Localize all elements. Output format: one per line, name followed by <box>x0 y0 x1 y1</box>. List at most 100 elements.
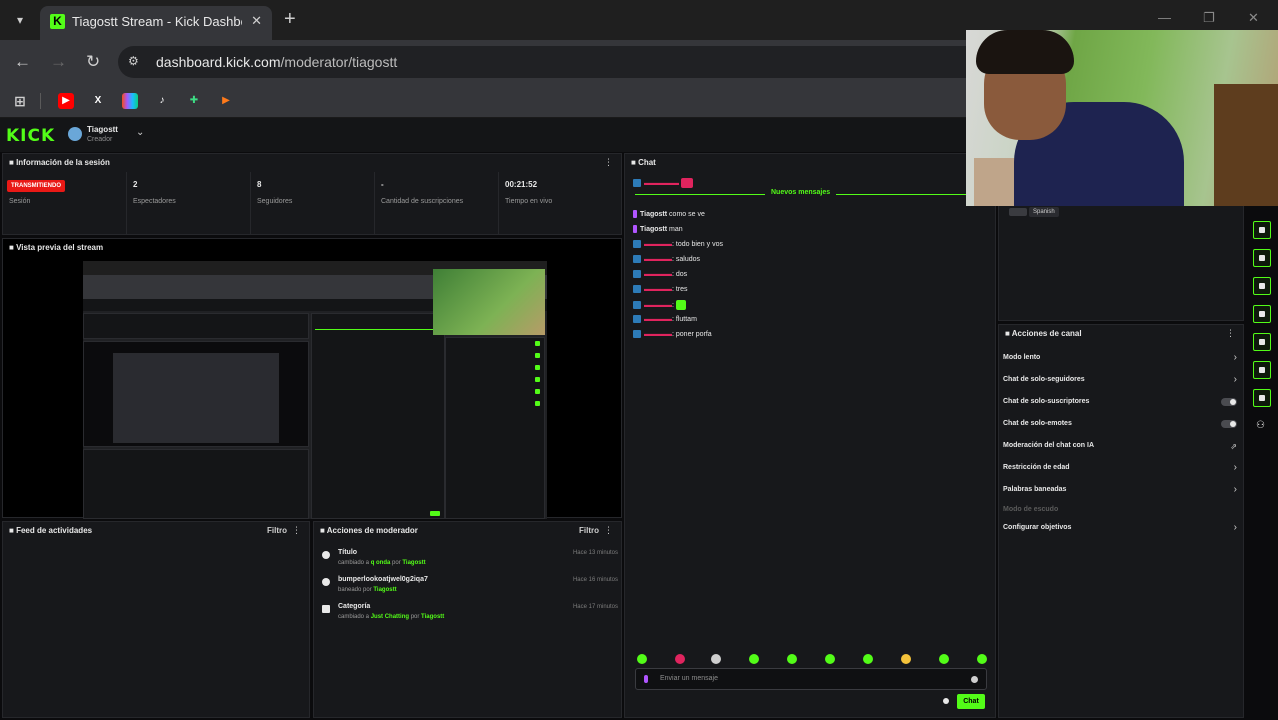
log-user[interactable]: Tiagostt <box>373 587 396 593</box>
tab-title: Tiagostt Stream - Kick Dashboard <box>72 14 242 29</box>
play-icon[interactable]: ▶ <box>218 93 234 109</box>
stream-video[interactable] <box>83 261 547 519</box>
chevron-right-icon: › <box>1233 352 1237 363</box>
tab-close-icon[interactable]: ✕ <box>251 13 262 29</box>
modlog-filter-button[interactable]: Filtro <box>579 526 599 535</box>
gamepad-icon[interactable]: ✚ <box>186 93 202 109</box>
chat-send-button[interactable]: Chat <box>957 694 985 709</box>
chevron-right-icon: › <box>1233 374 1237 385</box>
youtube-icon[interactable]: ▶ <box>58 93 74 109</box>
emote-icon[interactable] <box>787 654 797 664</box>
webcam-overlay <box>966 30 1278 206</box>
log-time: Hace 16 minutos <box>572 577 618 583</box>
people-icon[interactable]: ⚇ <box>1256 420 1265 431</box>
more-options-icon[interactable]: ⋮ <box>1226 328 1235 339</box>
site-settings-icon[interactable]: ⚙ <box>128 54 139 68</box>
more-options-icon[interactable]: ⋮ <box>604 157 613 168</box>
forward-button[interactable]: → <box>50 52 67 72</box>
calendar-icon[interactable] <box>1253 361 1271 379</box>
emote-icon[interactable] <box>939 654 949 664</box>
stat-value: - <box>381 180 384 189</box>
emote-icon[interactable] <box>749 654 759 664</box>
emoji-icon[interactable] <box>971 676 978 683</box>
emote-icon[interactable] <box>675 654 685 664</box>
chat-input[interactable]: Enviar un mensaje <box>635 668 987 690</box>
log-detail: baneado por Tiagostt <box>338 587 397 593</box>
modlog-title: Acciones de moderador <box>326 526 418 535</box>
apps-icon[interactable]: ⊞ <box>12 93 28 109</box>
log-pre: baneado por <box>338 587 374 593</box>
stat-uptime: 00:21:52 Tiempo en vivo <box>499 172 621 234</box>
panel-title: ■ Feed de actividades <box>9 526 93 535</box>
stat-session: TRANSMITIENDO Sesión <box>3 172 127 234</box>
chat-message: ▬▬▬▬: fluttam <box>633 315 697 323</box>
activity-filter-button[interactable]: Filtro <box>267 526 287 535</box>
chat-username[interactable]: ▬▬▬▬ <box>644 331 672 338</box>
stat-label: Cantidad de suscripciones <box>381 198 464 205</box>
chat-username[interactable]: ▬▬▬▬ <box>644 302 672 309</box>
figma-icon[interactable] <box>122 93 138 109</box>
language-badge: Spanish <box>1029 207 1059 217</box>
x-icon[interactable]: X <box>90 93 106 109</box>
action-ai-moderation[interactable]: Moderación del chat con IA ⇗ <box>1003 438 1237 456</box>
chat-text: : tres <box>672 285 688 293</box>
chat-username[interactable]: ▬▬▬▬ <box>644 241 672 248</box>
chat-username[interactable]: ▬▬▬▬▬ <box>644 180 679 187</box>
emote-icon[interactable] <box>711 654 721 664</box>
url-path: /moderator/tiagostt <box>280 54 398 70</box>
emote-icon[interactable] <box>863 654 873 664</box>
log-user[interactable]: Tiagostt <box>421 614 444 620</box>
log-user[interactable]: Tiagostt <box>402 560 425 566</box>
tiktok-icon[interactable]: ♪ <box>154 93 170 109</box>
chat-username[interactable]: Tiagostt <box>640 226 667 233</box>
emote-icon[interactable] <box>901 654 911 664</box>
stat-subscriptions: - Cantidad de suscripciones <box>375 172 499 234</box>
chat-username[interactable]: ▬▬▬▬ <box>644 316 672 323</box>
emote-icon[interactable] <box>637 654 647 664</box>
chat-username[interactable]: ▬▬▬▬ <box>644 286 672 293</box>
session-title: Información de la sesión <box>16 158 110 167</box>
chat-settings-icon[interactable] <box>943 698 949 704</box>
emote-icon[interactable] <box>825 654 835 664</box>
more-options-icon[interactable]: ⋮ <box>604 525 613 536</box>
chat-username[interactable]: Tiagostt <box>640 211 667 218</box>
chat-text: : <box>672 301 674 309</box>
kick-icon[interactable] <box>1253 221 1271 239</box>
clipboard-icon[interactable] <box>1253 277 1271 295</box>
back-button[interactable]: ← <box>14 52 31 72</box>
new-tab-button[interactable]: + <box>284 8 296 30</box>
chat-text: : todo bien y vos <box>672 240 723 248</box>
action-banned-words[interactable]: Palabras baneadas › <box>1003 482 1237 500</box>
mic-icon[interactable] <box>644 675 648 683</box>
more-options-icon[interactable]: ⋮ <box>292 525 301 536</box>
tool-icon[interactable] <box>1253 389 1271 407</box>
action-followers-only[interactable]: Chat de solo-seguidores › <box>1003 372 1237 390</box>
browser-tab[interactable]: K Tiagostt Stream - Kick Dashboard ✕ <box>40 6 272 40</box>
chat-icon[interactable] <box>1253 249 1271 267</box>
action-configure-goals[interactable]: Configurar objetivos › <box>1003 520 1237 538</box>
tab-search-chevron-icon[interactable]: ▾ <box>10 10 30 30</box>
emote-icon[interactable] <box>977 654 987 664</box>
chat-username[interactable]: ▬▬▬▬ <box>644 271 672 278</box>
emotes-only-toggle[interactable] <box>1221 420 1237 428</box>
avatar[interactable] <box>68 127 82 141</box>
minimize-icon[interactable]: — <box>1158 10 1171 25</box>
chat-message: Tiagostt man <box>633 225 683 233</box>
close-window-icon[interactable]: ✕ <box>1248 10 1259 26</box>
action-slow-mode[interactable]: Modo lento › <box>1003 350 1237 368</box>
chevron-down-icon[interactable]: ⌄ <box>136 127 144 138</box>
restore-icon[interactable]: ❐ <box>1203 10 1215 26</box>
stat-label: Seguidores <box>257 198 293 205</box>
message-icon[interactable] <box>1253 305 1271 323</box>
action-age-restriction[interactable]: Restricción de edad › <box>1003 460 1237 478</box>
emote-bar <box>635 654 995 668</box>
link-icon[interactable] <box>1253 333 1271 351</box>
panel-title: ■ Acciones de canal <box>1005 329 1082 338</box>
chat-username[interactable]: ▬▬▬▬ <box>644 256 672 263</box>
channel-name[interactable]: Tiagostt <box>87 125 118 134</box>
kick-logo[interactable]: KICK <box>6 126 55 146</box>
subscribers-only-toggle[interactable] <box>1221 398 1237 406</box>
action-emotes-only: Chat de solo-emotes <box>1003 416 1237 434</box>
log-by: por <box>390 560 403 566</box>
reload-button[interactable]: ↻ <box>86 52 100 72</box>
